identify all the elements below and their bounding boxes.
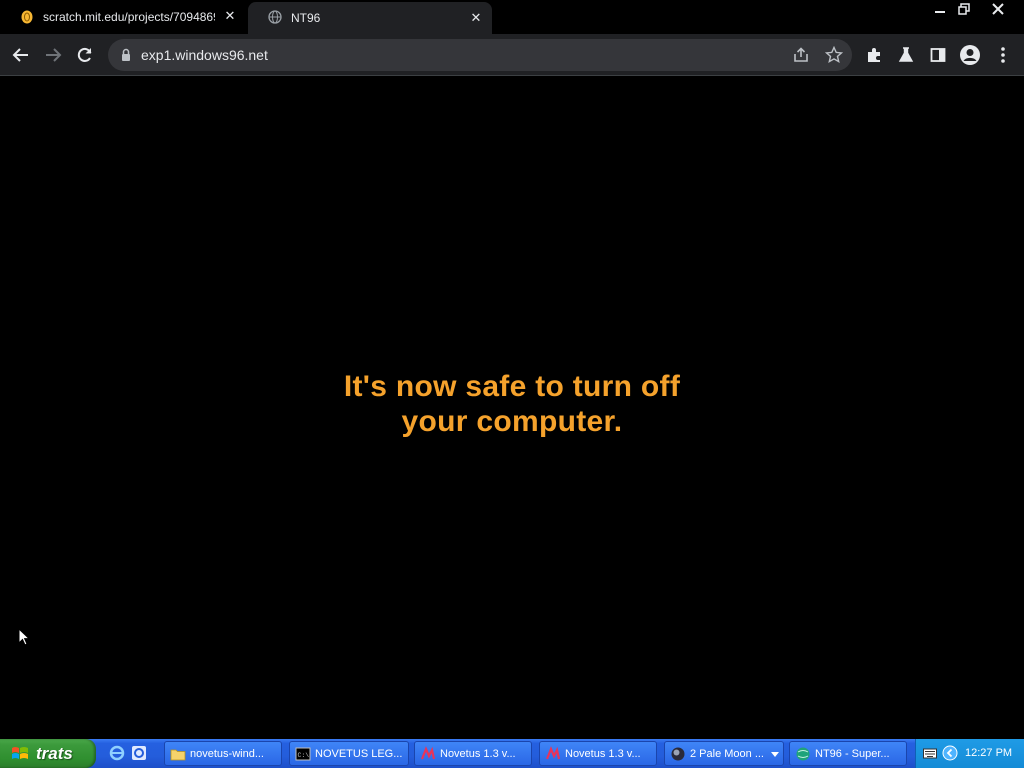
keyboard-icon[interactable]: [923, 748, 937, 760]
mouse-pointer-icon: [18, 628, 31, 646]
taskbar-item-novetus-2[interactable]: Novetus 1.3 v...: [539, 741, 657, 766]
message-line-1: It's now safe to turn off: [343, 370, 681, 403]
chevron-down-icon: [771, 752, 779, 757]
browser-quicklaunch-icon[interactable]: [131, 745, 147, 761]
tab-title: NT96: [291, 11, 321, 25]
reload-button[interactable]: [72, 42, 98, 68]
extensions-button[interactable]: [861, 42, 887, 68]
novetus-icon: [545, 745, 561, 759]
taskbar-item-label: NOVETUS LEG...: [315, 747, 403, 760]
scratch-favicon-icon: [21, 10, 33, 24]
avatar-icon: [960, 45, 980, 65]
tab-nt96[interactable]: NT96 ✕: [248, 2, 492, 34]
tab-title: scratch.mit.edu/projects/70948698: [43, 10, 215, 24]
menu-button[interactable]: [990, 42, 1016, 68]
close-window-button[interactable]: [986, 0, 1010, 18]
taskbar-item-label: NT96 - Super...: [815, 747, 890, 760]
arrow-right-icon: [46, 48, 62, 62]
lock-icon: [122, 48, 130, 61]
clock: 12:27 PM: [965, 747, 1013, 759]
flask-icon: [898, 47, 914, 62]
taskbar: trats novetus-wind... C:\ NOVETUS LEG...…: [0, 739, 1024, 768]
taskbar-item-cmd[interactable]: C:\ NOVETUS LEG...: [289, 741, 409, 766]
back-button[interactable]: [8, 42, 34, 68]
folder-icon: [170, 749, 186, 760]
internet-explorer-icon[interactable]: [109, 745, 125, 761]
url-text: exp1.windows96.net: [141, 47, 268, 63]
windows-flag-icon: [12, 746, 28, 759]
reload-icon: [77, 47, 92, 62]
tray-expand-icon[interactable]: [942, 745, 958, 761]
taskbar-item-nt96[interactable]: NT96 - Super...: [789, 741, 907, 766]
share-button[interactable]: [792, 46, 810, 69]
side-panel-button[interactable]: [925, 42, 951, 68]
side-panel-icon: [930, 48, 946, 62]
address-bar[interactable]: exp1.windows96.net: [108, 39, 852, 71]
forward-button[interactable]: [40, 42, 66, 68]
close-icon: [992, 3, 1004, 15]
taskbar-item-folder[interactable]: novetus-wind...: [164, 741, 282, 766]
restore-window-button[interactable]: [952, 0, 976, 18]
bookmark-button[interactable]: [824, 45, 844, 69]
share-icon: [794, 47, 808, 62]
taskbar-item-novetus-1[interactable]: Novetus 1.3 v...: [414, 741, 532, 766]
start-button[interactable]: trats: [0, 739, 96, 768]
svg-text:C:\: C:\: [298, 752, 310, 759]
pale-moon-icon: [671, 747, 685, 760]
message-line-2: your computer.: [401, 405, 623, 438]
star-icon: [824, 45, 844, 64]
tab-close-icon[interactable]: ✕: [468, 10, 484, 26]
tab-close-icon[interactable]: ✕: [222, 8, 238, 24]
taskbar-item-pale-moon[interactable]: 2 Pale Moon ...: [664, 741, 784, 766]
restore-icon: [958, 3, 970, 15]
puzzle-icon: [868, 48, 880, 62]
kebab-menu-icon: [1001, 47, 1005, 63]
globe-icon: [796, 747, 810, 760]
globe-favicon-icon: [268, 10, 282, 24]
arrow-left-icon: [12, 48, 28, 62]
tab-strip: scratch.mit.edu/projects/70948698 ✕ NT96…: [0, 0, 1024, 34]
taskbar-item-label: Novetus 1.3 v...: [440, 747, 516, 760]
taskbar-item-label: Novetus 1.3 v...: [565, 747, 641, 760]
taskbar-item-label: 2 Pale Moon ...: [690, 747, 764, 760]
start-label: trats: [36, 743, 73, 763]
browser-toolbar: exp1.windows96.net: [0, 34, 1024, 76]
shutdown-message: It's now safe to turn off your computer.: [0, 369, 1024, 439]
cmd-icon: C:\: [295, 747, 311, 760]
taskbar-item-label: novetus-wind...: [190, 747, 264, 760]
tab-scratch[interactable]: scratch.mit.edu/projects/70948698 ✕: [0, 0, 246, 34]
novetus-icon: [420, 745, 436, 759]
profile-button[interactable]: [957, 42, 983, 68]
system-tray: 12:27 PM: [915, 739, 1024, 768]
minimize-window-button[interactable]: [928, 0, 952, 18]
web-content: It's now safe to turn off your computer.: [0, 77, 1024, 739]
minimize-icon: [935, 11, 945, 13]
labs-button[interactable]: [893, 42, 919, 68]
